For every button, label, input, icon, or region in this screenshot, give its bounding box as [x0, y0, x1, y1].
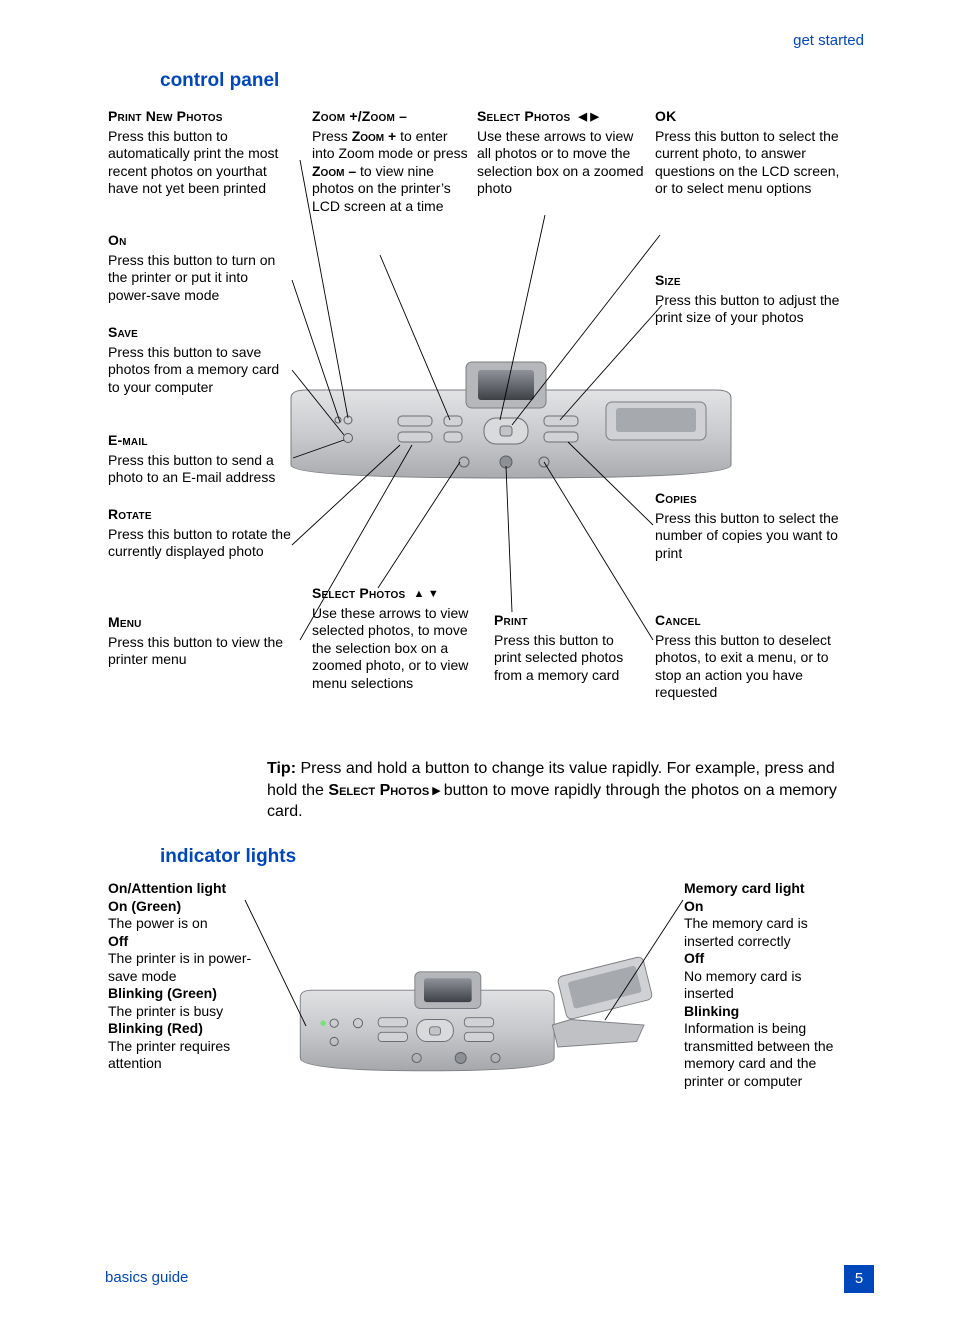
footer-guide-label: basics guide — [105, 1269, 188, 1286]
tip-paragraph: Tip: Press and hold a button to change i… — [267, 758, 857, 823]
page-number: 5 — [844, 1265, 874, 1293]
tip-label: Tip: — [267, 760, 296, 777]
manual-page: get started control panel Print New Phot… — [0, 0, 954, 1321]
arrow-right-icon: ▶ — [429, 785, 444, 797]
leader-lines-2 — [0, 860, 954, 1110]
leader-lines — [0, 0, 954, 740]
